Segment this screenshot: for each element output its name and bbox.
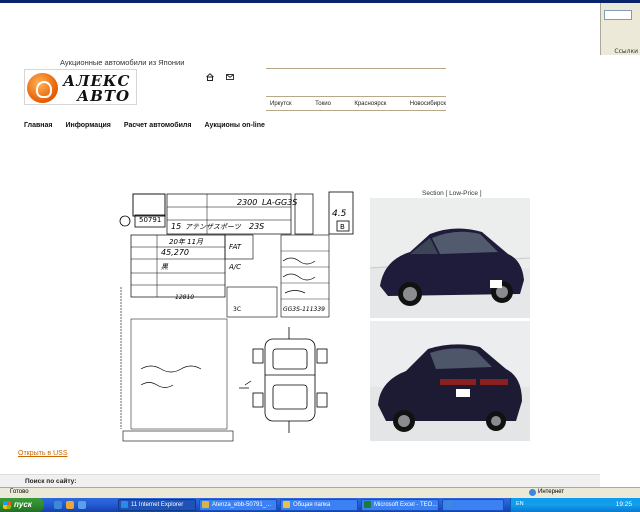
task-microsoft-excel[interactable]: Microsoft Excel - ТЕО...	[361, 499, 439, 511]
windows-flag-icon	[3, 501, 11, 509]
sheet-color: 黒	[161, 263, 169, 271]
section-label: Section [ Low-Price ]	[422, 190, 482, 197]
nav-auctions-online[interactable]: Аукционы on-line	[204, 122, 264, 129]
sheet-chassis-no: GG3S-111339	[283, 306, 325, 313]
open-in-uss-link[interactable]: Открыть в USS	[18, 450, 68, 457]
browser-toolbar-strip: Ссылки	[600, 3, 640, 55]
system-tray: EN 19:25	[510, 498, 640, 512]
internet-zone-icon	[529, 489, 536, 496]
sheet-grade: 4.5	[332, 209, 347, 219]
quicklaunch-ie-icon[interactable]	[54, 501, 62, 509]
task-window[interactable]	[442, 499, 504, 511]
window-icon	[445, 501, 452, 508]
logo-emblem-icon	[27, 73, 58, 103]
site-tagline: Аукционные автомобили из Японии	[60, 58, 185, 67]
mail-icon[interactable]	[226, 74, 234, 80]
sheet-recycle-fee: 12810	[175, 294, 194, 301]
nav-home[interactable]: Главная	[24, 122, 52, 129]
browser-statusbar: Готово Интернет	[0, 487, 640, 498]
ie-icon	[121, 501, 128, 508]
sheet-inspection: 20年 11月	[169, 238, 204, 246]
sheet-grade-sub: B	[340, 223, 345, 231]
quicklaunch-desktop-icon[interactable]	[78, 501, 86, 509]
site-search-area: Поиск по сайту:	[0, 474, 600, 488]
browser-go-button[interactable]	[604, 10, 632, 20]
city-link-tokyo[interactable]: Токио	[315, 101, 331, 107]
car-photo-rear[interactable]	[370, 321, 530, 441]
sheet-aircon: A/C	[228, 263, 241, 271]
sheet-transmission: FAT	[229, 243, 242, 251]
sheet-lot-number: 50791	[139, 216, 161, 224]
task-label: Microsoft Excel - ТЕО...	[374, 502, 438, 508]
language-indicator[interactable]: EN	[516, 501, 524, 507]
task-label: Atenza_ebb-50791_...	[212, 502, 272, 508]
folder-icon	[283, 501, 290, 508]
start-button[interactable]: пуск	[0, 498, 44, 512]
city-link-krasnoyarsk[interactable]: Красноярск	[354, 101, 386, 107]
task-internet-explorer[interactable]: 11 Internet Explorer	[118, 499, 196, 511]
city-link-irkutsk[interactable]: Иркутск	[270, 101, 292, 107]
search-label: Поиск по сайту:	[25, 478, 77, 485]
status-text: Готово	[10, 489, 29, 495]
header-divider	[266, 96, 446, 97]
logo-text-bottom: АВТО	[77, 87, 131, 105]
task-shared-folder[interactable]: Общая папка	[280, 499, 358, 511]
site-logo[interactable]: АЛЕКС АВТО	[24, 69, 137, 105]
car-photo-front[interactable]	[370, 198, 530, 318]
sheet-engine-cc: 2300	[237, 198, 257, 207]
auction-sheet-image[interactable]: 50791 2300 LA-GG3S 15 アテンザスポーツ 23S 4.5 B…	[117, 189, 357, 443]
quicklaunch-folder-icon[interactable]	[66, 501, 74, 509]
sheet-mileage: 45,270	[161, 248, 189, 257]
sheet-model-name: アテンザスポーツ	[185, 223, 242, 231]
city-link-novosibirsk[interactable]: Новосибирск	[410, 101, 446, 107]
status-zone-text: Интернет	[538, 489, 565, 495]
nav-info[interactable]: Информация	[65, 122, 110, 129]
home-icon[interactable]	[206, 73, 214, 81]
main-nav: Главная Информация Расчет автомобиля Аук…	[24, 122, 278, 129]
excel-icon	[364, 501, 371, 508]
sheet-size: 3C	[233, 306, 241, 313]
browser-titlebar	[0, 0, 640, 3]
page-scrollbar[interactable]	[600, 55, 640, 488]
nav-calculation[interactable]: Расчет автомобиля	[124, 122, 192, 129]
city-links: Иркутск Токио Красноярск Новосибирск	[270, 101, 446, 107]
image-icon	[202, 501, 209, 508]
task-label: Общая папка	[293, 502, 331, 508]
task-label: 11 Internet Explorer	[131, 502, 184, 508]
start-label: пуск	[14, 500, 32, 509]
sheet-year: 15	[171, 222, 181, 231]
sheet-trim: 23S	[249, 222, 264, 231]
header-divider	[266, 110, 446, 111]
browser-links-label[interactable]: Ссылки	[614, 48, 638, 55]
header-divider	[266, 68, 446, 69]
task-atenza-image[interactable]: Atenza_ebb-50791_...	[199, 499, 277, 511]
sheet-model-code: LA-GG3S	[262, 198, 297, 207]
taskbar-clock[interactable]: 19:25	[616, 501, 632, 508]
windows-taskbar: пуск 11 Internet Explorer Atenza_ebb-507…	[0, 498, 640, 512]
